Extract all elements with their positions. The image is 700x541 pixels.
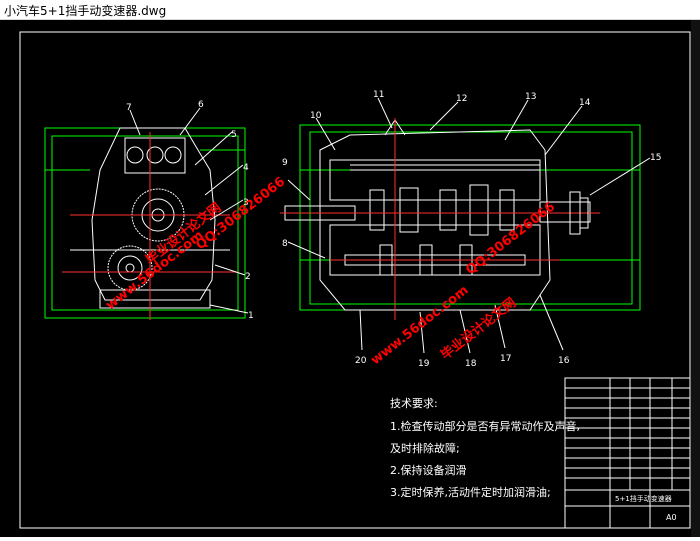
callout-19: 19 xyxy=(418,359,430,369)
cad-drawing: 7 6 5 4 3 2 1 10 11 12 13 14 15 8 9 20 1… xyxy=(19,31,691,529)
callout-7: 7 xyxy=(126,103,132,113)
callout-17: 17 xyxy=(500,354,511,364)
tech-requirements: 技术要求: 1.检查传动部分是否有异常动作及声音, 及时排除故障; 2.保持设备… xyxy=(390,397,580,499)
callout-15: 15 xyxy=(650,153,661,163)
window-title: 小汽车5+1挡手动变速器.dwg xyxy=(4,4,167,18)
title-block-name: 5+1挡手动变速器 xyxy=(615,494,672,503)
vertical-scrollbar[interactable] xyxy=(691,20,700,537)
window-titlebar: 小汽车5+1挡手动变速器.dwg xyxy=(0,0,700,20)
callout-9: 9 xyxy=(282,158,288,168)
callout-6: 6 xyxy=(198,100,204,110)
watermark-qq-2: QQ:306826066 xyxy=(463,199,558,278)
title-block-sheet: A0 xyxy=(666,513,677,522)
callout-12: 12 xyxy=(456,94,467,104)
tech-line-4: 3.定时保养,活动件定时加润滑油; xyxy=(390,485,551,499)
callout-5: 5 xyxy=(231,130,237,140)
callout-8: 8 xyxy=(282,239,288,249)
callout-18: 18 xyxy=(465,359,477,369)
callout-13: 13 xyxy=(525,92,536,102)
callout-14: 14 xyxy=(579,98,591,108)
callout-2: 2 xyxy=(245,272,251,282)
callout-10: 10 xyxy=(310,111,322,121)
tech-line-2: 及时排除故障; xyxy=(390,441,460,455)
tech-line-3: 2.保持设备润滑 xyxy=(390,463,467,477)
callout-4: 4 xyxy=(243,163,249,173)
callout-20: 20 xyxy=(355,356,367,366)
callout-1: 1 xyxy=(248,311,254,321)
drawing-canvas[interactable]: 7 6 5 4 3 2 1 10 11 12 13 14 15 8 9 20 1… xyxy=(0,20,700,537)
tech-line-1: 1.检查传动部分是否有异常动作及声音, xyxy=(390,419,580,433)
callout-11: 11 xyxy=(373,90,384,100)
callout-16: 16 xyxy=(558,356,570,366)
title-block xyxy=(564,377,691,529)
watermarks: www.56doc.com 毕业设计论文网 QQ:306826066 www.5… xyxy=(103,174,558,368)
tech-heading: 技术要求: xyxy=(390,397,438,410)
